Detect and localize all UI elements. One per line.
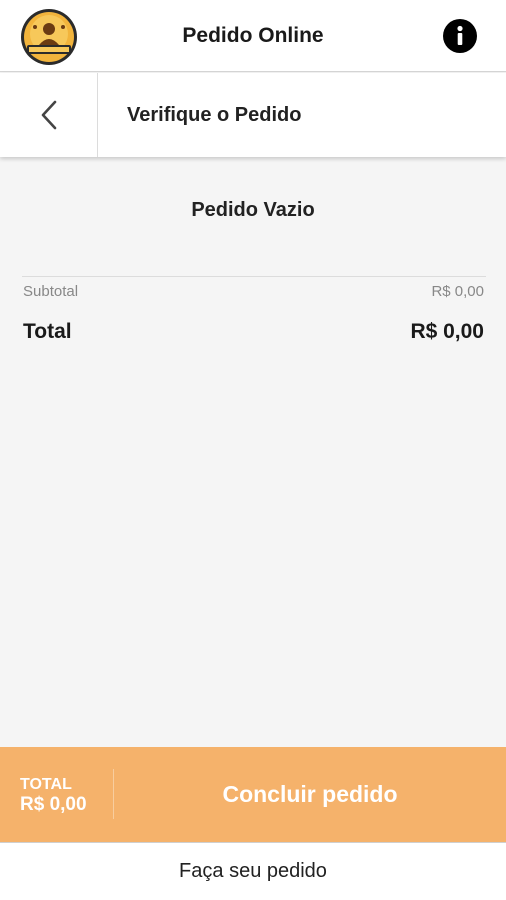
- total-value: R$ 0,00: [410, 320, 484, 343]
- subtotal-row: Subtotal R$ 0,00: [23, 283, 484, 300]
- page-header: Verifique o Pedido: [0, 73, 506, 157]
- divider: [22, 276, 486, 277]
- subtotal-label: Subtotal: [23, 283, 79, 300]
- back-button[interactable]: [0, 73, 98, 157]
- total-row: Total R$ 0,00: [23, 320, 484, 344]
- info-icon[interactable]: [443, 19, 477, 53]
- footer-total: TOTAL R$ 0,00: [20, 775, 87, 815]
- empty-order-message: Pedido Vazio: [191, 199, 315, 221]
- conclude-order-button[interactable]: Concluir pedido: [114, 747, 506, 842]
- top-app-bar: Pedido Online: [0, 0, 506, 72]
- footer-total-value: R$ 0,00: [20, 794, 87, 815]
- chevron-left-icon: [41, 100, 56, 130]
- footer-total-label: TOTAL: [20, 776, 72, 793]
- total-label: Total: [23, 320, 72, 343]
- place-order-tab[interactable]: Faça seu pedido: [0, 842, 506, 900]
- app-title: Pedido Online: [182, 24, 324, 47]
- page-title: Verifique o Pedido: [127, 104, 302, 126]
- checkout-bar: TOTAL R$ 0,00 Concluir pedido: [0, 747, 506, 842]
- subtotal-value: R$ 0,00: [431, 283, 484, 300]
